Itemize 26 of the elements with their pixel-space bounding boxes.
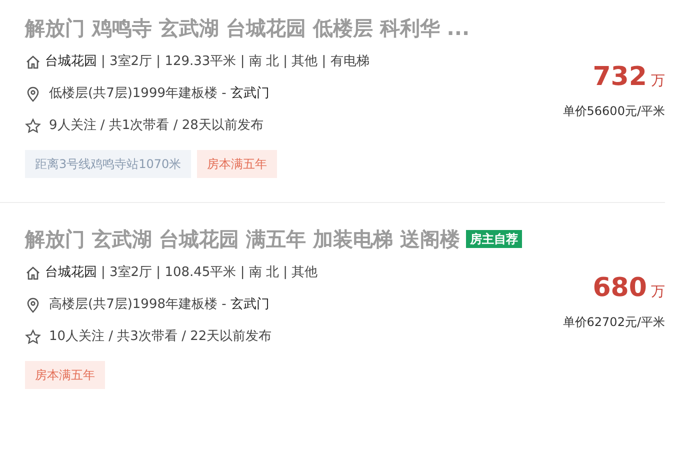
area-link[interactable]: 玄武门 bbox=[230, 84, 270, 104]
total-price: 680 bbox=[592, 273, 647, 303]
house-details: | 3室2厅 | 129.33平米 | 南 北 | 其他 | 有电梯 bbox=[101, 53, 370, 72]
star-icon bbox=[25, 329, 41, 345]
house-icon bbox=[25, 265, 41, 281]
area-link[interactable]: 玄武门 bbox=[230, 295, 270, 315]
follow-info: 10人关注 / 共3次带看 / 22天以前发布 bbox=[49, 328, 272, 346]
floor-info: 低楼层(共7层)1999年建板楼 - bbox=[49, 85, 226, 104]
house-icon bbox=[25, 54, 41, 70]
community-link[interactable]: 台城花园 bbox=[45, 52, 97, 72]
star-icon bbox=[25, 118, 41, 134]
follow-info: 9人关注 / 共1次带看 / 28天以前发布 bbox=[49, 117, 264, 136]
floor-info: 高楼层(共7层)1998年建板楼 - bbox=[49, 296, 226, 314]
community-link[interactable]: 台城花园 bbox=[45, 263, 97, 283]
owner-badge: 房主自荐 bbox=[466, 230, 522, 248]
price-unit: 万 bbox=[651, 72, 665, 91]
listing-tag: 距离3号线鸡鸣寺站1070米 bbox=[25, 150, 192, 178]
location-pin-icon bbox=[25, 297, 41, 313]
price-unit: 万 bbox=[651, 283, 665, 302]
unit-price: 单价62702元/平米 bbox=[562, 314, 665, 331]
unit-price: 单价56600元/平米 bbox=[562, 103, 665, 120]
listing-tag: 房本满五年 bbox=[25, 361, 105, 389]
location-pin-icon bbox=[25, 86, 41, 102]
total-price: 732 bbox=[592, 62, 647, 92]
house-details: | 3室2厅 | 108.45平米 | 南 北 | 其他 bbox=[101, 264, 318, 282]
listing-tag: 房本满五年 bbox=[197, 150, 278, 178]
